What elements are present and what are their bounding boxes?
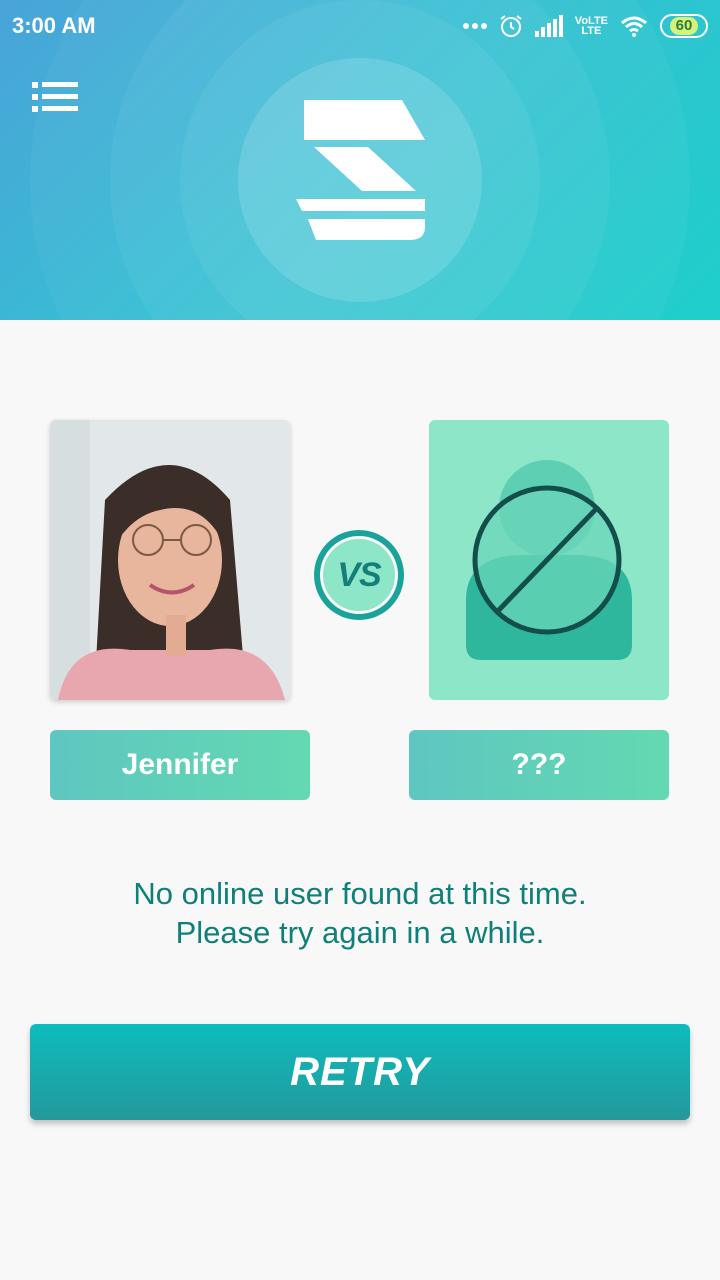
opponent-card [429,420,669,700]
list-menu-icon [32,82,78,112]
signal-icon [534,15,563,37]
player-name-tag: Jennifer [50,730,310,800]
wifi-icon [621,16,647,37]
user-photo [50,420,290,700]
status-message-line: No online user found at this time. [133,876,587,911]
dots-icon [462,23,487,29]
alarm-icon [500,15,522,37]
app-header: 3:00 AM VoLTE LTE 60 [0,0,720,320]
status-icons: VoLTE LTE 60 [462,11,708,41]
vs-badge: VS [314,530,404,620]
status-time: 3:00 AM [12,13,96,38]
retry-button[interactable]: RETRY [30,1024,690,1120]
status-bar: 3:00 AM VoLTE LTE 60 [0,0,720,50]
volte-icon: VoLTE LTE [574,15,608,37]
battery-icon: 60 [660,14,708,38]
user-photo-card [50,420,290,700]
no-user-icon [466,460,632,660]
menu-button[interactable] [30,80,82,114]
opponent-name-tag: ??? [409,730,669,800]
vs-label: VS [320,536,398,614]
status-message-line: Please try again in a while. [175,915,545,950]
app-logo [296,100,425,240]
status-message: No online user found at this time. Pleas… [0,874,720,952]
